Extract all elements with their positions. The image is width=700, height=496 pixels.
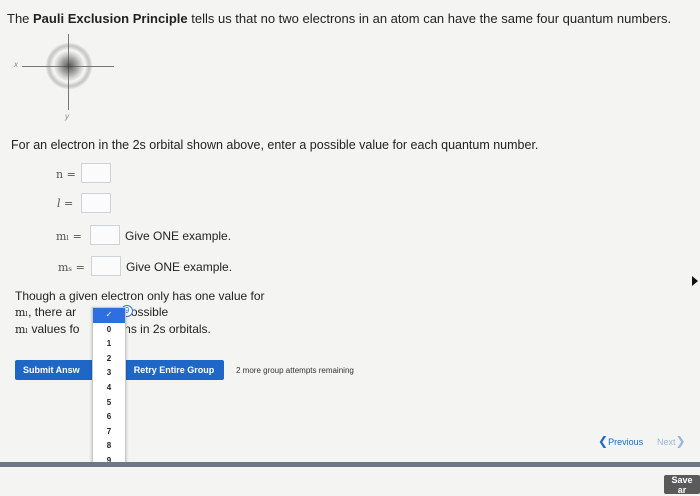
- ml-label: mₗ =: [56, 230, 82, 243]
- ms-hint: Give ONE example.: [126, 260, 233, 274]
- n-label: n =: [56, 168, 76, 181]
- mouse-pointer-icon: [692, 276, 698, 286]
- though-line-3-text: values fo: [28, 322, 80, 336]
- next-label: Next: [657, 437, 676, 447]
- electron-cloud: [54, 51, 84, 81]
- though-line-3: mₗ values fo rons in 2s orbitals.: [15, 321, 265, 338]
- n-input[interactable]: [81, 163, 111, 183]
- ml-symbol: mₗ: [15, 306, 29, 319]
- intro-prefix: The: [7, 11, 34, 26]
- intro-suffix: tells us that no two electrons in an ato…: [187, 11, 672, 26]
- though-line-2-text: , there ar: [28, 305, 77, 319]
- previous-label: Previous: [608, 437, 644, 447]
- ml-input[interactable]: [90, 225, 120, 245]
- next-link[interactable]: Next❯: [657, 434, 686, 448]
- question-prompt: For an electron in the 2s orbital shown …: [11, 138, 539, 152]
- previous-link[interactable]: ❮Previous: [598, 434, 643, 448]
- l-label: l =: [57, 197, 74, 210]
- orbital-2s-figure: x y: [12, 32, 116, 122]
- y-axis-label: y: [65, 112, 69, 121]
- possible-values-question: Though a given electron only has one val…: [15, 288, 265, 338]
- dropdown-option[interactable]: 4: [93, 381, 125, 396]
- intro-text: The Pauli Exclusion Principle tells us t…: [7, 11, 671, 26]
- possible-values-dropdown[interactable]: ✓ 0 1 2 3 4 5 6 7 8 9 10: [92, 307, 126, 487]
- l-input[interactable]: [81, 193, 111, 213]
- chevron-right-icon: ❯: [675, 434, 686, 448]
- dropdown-option[interactable]: 7: [93, 425, 125, 440]
- ml-symbol-2: mₗ: [15, 323, 29, 336]
- dropdown-option[interactable]: 3: [93, 366, 125, 381]
- ml-hint: Give ONE example.: [125, 229, 232, 243]
- though-line-2: mₗ, there ar possible: [15, 304, 265, 321]
- chevron-left-icon: ❮: [598, 434, 609, 448]
- dropdown-option[interactable]: 1: [93, 337, 125, 352]
- dropdown-option-selected[interactable]: ✓: [93, 308, 125, 323]
- though-line-1: Though a given electron only has one val…: [15, 289, 265, 303]
- dropdown-option[interactable]: 2: [93, 352, 125, 367]
- ms-input[interactable]: [91, 256, 121, 276]
- dropdown-option[interactable]: 0: [93, 323, 125, 338]
- dropdown-option[interactable]: 8: [93, 439, 125, 454]
- footer-bar: [0, 467, 700, 496]
- save-button[interactable]: Save ar: [664, 475, 700, 495]
- intro-bold-term: Pauli Exclusion Principle: [33, 11, 188, 26]
- though-line-3-tail: rons in 2s orbitals.: [113, 322, 211, 336]
- dropdown-option[interactable]: 6: [93, 410, 125, 425]
- ms-label: mₛ =: [58, 261, 85, 274]
- retry-group-button[interactable]: Retry Entire Group: [124, 360, 224, 380]
- attempts-remaining: 2 more group attempts remaining: [236, 366, 354, 375]
- x-axis-label: x: [14, 60, 18, 69]
- dropdown-option[interactable]: 5: [93, 396, 125, 411]
